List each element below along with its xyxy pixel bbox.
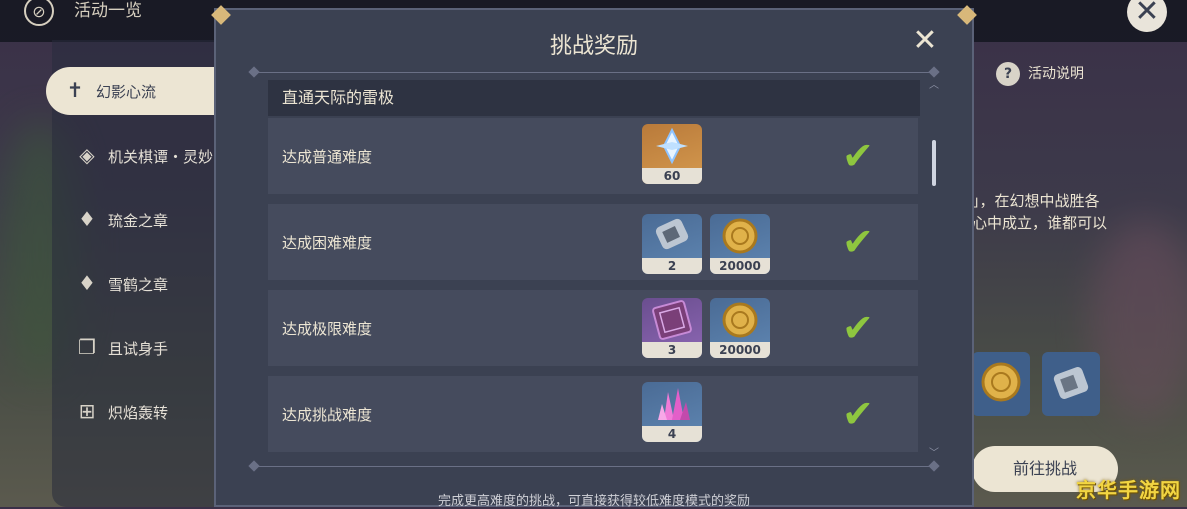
- mystic-ore-icon[interactable]: [1042, 352, 1100, 416]
- key-icon: ♦: [78, 207, 96, 231]
- mora-coin-icon[interactable]: [972, 352, 1030, 416]
- reward-row: 达成挑战难度 4 ✔: [268, 376, 918, 452]
- primogem-icon: [642, 124, 702, 168]
- sidebar-item-label: 琉金之章: [108, 212, 169, 230]
- sidebar-item-mechanism-chess[interactable]: ◈ 机关棋谭・灵妙: [58, 132, 218, 180]
- reward-item[interactable]: 2: [642, 214, 702, 274]
- scroll-down-icon[interactable]: ﹀: [926, 449, 942, 459]
- mystic-ore-icon: [642, 214, 702, 258]
- event-help-link[interactable]: ? 活动说明: [996, 62, 1084, 86]
- reward-item[interactable]: 20000: [710, 298, 770, 358]
- mora-coin-icon: [710, 298, 770, 342]
- completed-check-icon: ✔: [842, 392, 874, 436]
- sidebar-item-label: 机关棋谭・灵妙: [108, 148, 214, 166]
- reward-count: 20000: [710, 258, 770, 274]
- reward-item[interactable]: 20000: [710, 214, 770, 274]
- sidebar-item-label: 炽焰轰转: [108, 404, 169, 422]
- site-watermark: 京华手游网: [1076, 478, 1181, 502]
- reward-item[interactable]: 4: [642, 382, 702, 442]
- talent-book-icon: [642, 298, 702, 342]
- reward-item[interactable]: 3: [642, 298, 702, 358]
- footer-note: 完成更高难度的挑战，可直接获得较低难度模式的奖励: [437, 494, 750, 509]
- dialog-corner-ornament: [211, 5, 231, 25]
- reward-row: 达成普通难度 60 ✔: [268, 118, 918, 194]
- reward-count: 60: [642, 168, 702, 184]
- key-icon: ♦: [78, 271, 96, 295]
- divider-ornament: [928, 460, 940, 472]
- event-description: 」，在幻想中战胜各 心中成立，谁都可以: [972, 190, 1172, 234]
- diamond-icon: ◈: [79, 143, 95, 167]
- reward-row: 达成困难难度 2 20000 ✔: [268, 204, 918, 280]
- difficulty-label: 达成困难难度: [282, 234, 373, 252]
- divider: [248, 460, 940, 472]
- divider-ornament: [928, 66, 940, 78]
- cards-icon: ❐: [78, 335, 96, 359]
- compass-icon: ⊘: [24, 0, 54, 26]
- mora-coin-icon: [710, 214, 770, 258]
- help-icon: ?: [996, 62, 1020, 86]
- description-line: 心中成立，谁都可以: [972, 214, 1108, 232]
- divider-ornament: [248, 460, 260, 472]
- dialog-corner-ornament: [957, 5, 977, 25]
- reward-row: 达成极限难度 3 20000 ✔: [268, 290, 918, 366]
- reward-count: 3: [642, 342, 702, 358]
- difficulty-label: 达成普通难度: [282, 148, 373, 166]
- difficulty-label: 达成挑战难度: [282, 406, 373, 424]
- reward-count: 4: [642, 426, 702, 442]
- description-line: 」，在幻想中战胜各: [972, 192, 1100, 210]
- background-foliage: [1090, 220, 1187, 420]
- sidebar-item-label: 且试身手: [108, 340, 169, 358]
- difficulty-label: 达成极限难度: [282, 320, 373, 338]
- reward-count: 2: [642, 258, 702, 274]
- scroll-up-icon[interactable]: ︿: [926, 81, 942, 91]
- section-title: 直通天际的雷极: [268, 80, 920, 116]
- sidebar-item-label: 幻影心流: [96, 83, 157, 101]
- challenge-rewards-dialog: 挑战奖励 ✕ 直通天际的雷极 达成普通难度 60 ✔ 达成困难难度 2 2000…: [211, 5, 977, 509]
- grid-icon: ⊞: [78, 399, 96, 423]
- sidebar-item-label: 雪鹤之章: [108, 276, 169, 294]
- reward-count: 20000: [710, 342, 770, 358]
- completed-check-icon: ✔: [842, 306, 874, 350]
- scrollbar-thumb[interactable]: [932, 140, 936, 186]
- crystal-icon: [642, 382, 702, 426]
- divider: [248, 66, 940, 78]
- divider-ornament: [248, 66, 260, 78]
- completed-check-icon: ✔: [842, 134, 874, 178]
- dialog-title: 挑战奖励: [549, 34, 638, 59]
- dancer-icon: ✝: [66, 78, 84, 102]
- reward-item[interactable]: 60: [642, 124, 702, 184]
- page-title: 活动一览: [74, 1, 142, 21]
- completed-check-icon: ✔: [842, 220, 874, 264]
- close-icon[interactable]: ✕: [910, 26, 940, 56]
- close-icon[interactable]: ✕: [1127, 0, 1167, 32]
- help-label: 活动说明: [1028, 66, 1084, 82]
